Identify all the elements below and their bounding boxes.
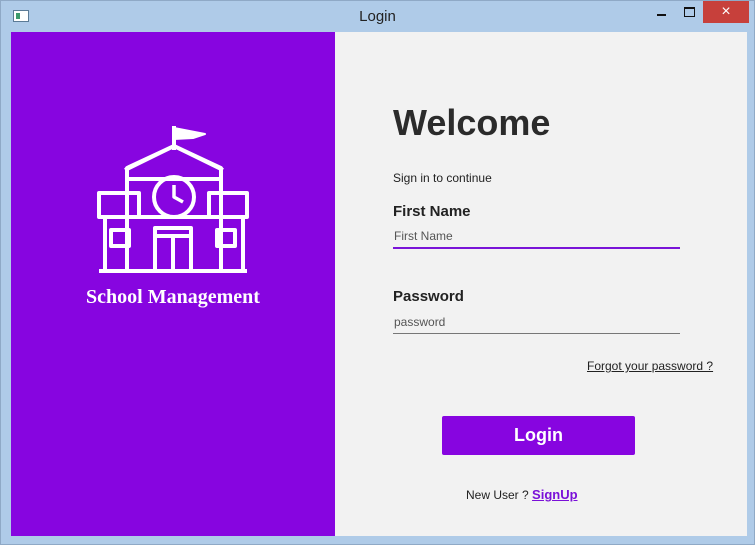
first-name-label: First Name: [393, 203, 471, 220]
login-window: Login × School Management Welcome Sign i…: [0, 0, 755, 545]
login-button[interactable]: Login: [442, 416, 635, 455]
brand-panel: School Management: [11, 32, 335, 536]
welcome-heading: Welcome: [393, 102, 551, 143]
minimize-button[interactable]: [647, 1, 675, 23]
new-user-text: New User ?: [466, 488, 529, 502]
maximize-icon: [683, 7, 695, 17]
window-title: Login: [359, 8, 396, 25]
first-name-input[interactable]: [393, 225, 680, 249]
login-form-panel: Welcome Sign in to continue First Name P…: [335, 32, 747, 536]
password-label: Password: [393, 288, 464, 305]
forgot-password-link[interactable]: Forgot your password ?: [587, 359, 713, 373]
school-building-icon: [97, 126, 249, 273]
signup-row: New User ? SignUp: [466, 487, 578, 502]
app-name: School Management: [86, 286, 260, 308]
password-input[interactable]: [393, 310, 680, 334]
close-icon: ×: [721, 3, 731, 20]
signup-link[interactable]: SignUp: [532, 487, 578, 502]
maximize-button[interactable]: [675, 1, 703, 23]
title-bar[interactable]: Login ×: [1, 1, 754, 32]
close-button[interactable]: ×: [703, 1, 749, 23]
subtitle: Sign in to continue: [393, 171, 492, 185]
minimize-icon: [656, 14, 666, 16]
